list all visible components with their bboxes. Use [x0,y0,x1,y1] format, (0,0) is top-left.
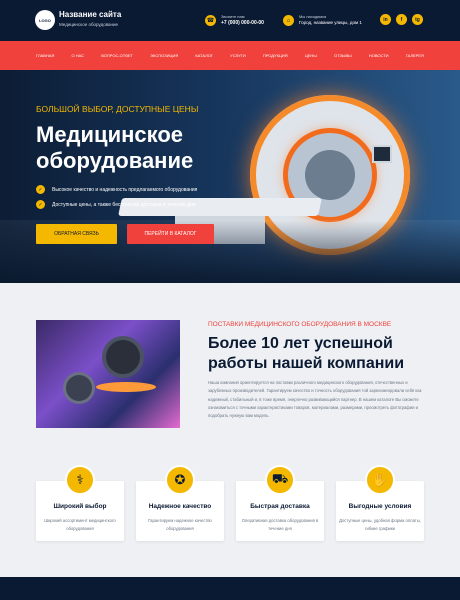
hero-kicker: Большой выбор, доступные цены [36,104,199,114]
about-text: Наша компания ориентируется на поставки … [208,380,422,419]
feature-title: Широкий выбор [53,503,107,510]
check-icon: ✓ [36,200,45,209]
site-title[interactable]: Название сайта [59,10,121,19]
address: Город, название улицы, дом 1 [299,20,362,25]
mri-monitor [372,145,392,163]
microscope-lens [106,340,140,374]
nav-item-about[interactable]: О нас [72,53,85,58]
deal-icon: ✋ [365,465,395,495]
site-subtitle: Медицинское оборудование [59,22,119,27]
nav-item-products[interactable]: Продукция [263,53,288,58]
feature-title: Надежное качество [148,503,212,510]
microscope-lens [66,375,92,401]
nav-item-gallery[interactable]: Галерея [406,53,424,58]
catalog-button[interactable]: Перейти в каталог [127,224,214,244]
phone-icon: ☎ [205,15,216,26]
feature-text: Доступные цены, удобная форма оплаты, ги… [339,518,421,531]
hero-bullet-2: Доступные цены, а также бесплатная доста… [52,202,196,208]
top-bar: LOGO Название сайта Медицинское оборудов… [0,0,460,41]
nav-item-news[interactable]: Новости [369,53,389,58]
check-icon: ✓ [36,185,45,194]
feature-text: Широкий ассортимент медицинского оборудо… [44,518,116,531]
mri-bore [305,150,355,200]
award-icon: ✪ [165,465,195,495]
nav-item-home[interactable]: Главная [36,53,54,58]
social-icon-2[interactable]: f [396,14,407,25]
about-kicker: Поставки медицинского оборудования в Мос… [208,321,392,328]
feature-title: Быстрая доставка [250,503,310,510]
feedback-button[interactable]: Обратная связь [36,224,117,244]
hero-section [0,70,460,283]
hero-title: Медицинское оборудование [36,122,194,173]
nav-item-exposition[interactable]: Экспозиция [150,53,178,58]
social-icon-1[interactable]: in [380,14,391,25]
nav-item-catalog[interactable]: Каталог [195,53,213,58]
nav-item-services[interactable]: Услуги [230,53,246,58]
site-logo[interactable]: LOGO [35,10,55,30]
phone-label: Звоните нам [221,14,245,19]
nav-item-faq[interactable]: Вопрос-ответ [101,53,133,58]
microscope-image [36,320,180,428]
address-label: Мы находимся [299,14,327,19]
about-title: Более 10 лет успешной работы нашей компа… [208,335,405,372]
microscope-icon: ⚕ [65,465,95,495]
social-icon-3[interactable]: tg [412,14,423,25]
feature-title: Выгодные условия [348,503,412,510]
feature-text: Гарантируем надежное качество оборудован… [148,518,212,531]
delivery-icon: ⛟ [265,465,295,495]
microscope-light [96,382,156,392]
feature-text: Оперативная доставка оборудования в тече… [241,518,319,531]
footer-band [0,577,460,600]
location-icon: ⌂ [283,15,294,26]
nav-item-reviews[interactable]: Отзывы [334,53,352,58]
phone-number[interactable]: +7 (000) 000-00-00 [221,20,264,26]
nav-item-prices[interactable]: Цены [305,53,317,58]
main-nav: Главная О нас Вопрос-ответ Экспозиция Ка… [0,41,460,70]
hero-bullet-1: Высокое качество и надежность предлагаем… [52,187,198,193]
